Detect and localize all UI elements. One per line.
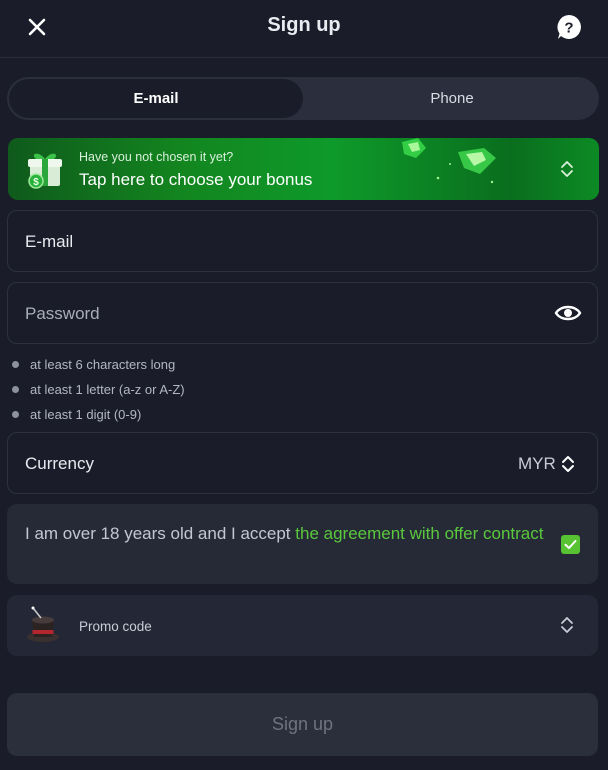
bullet-icon — [12, 361, 19, 368]
page-title: Sign up — [267, 14, 341, 36]
currency-select[interactable]: Currency MYR — [7, 432, 598, 494]
password-field[interactable]: Password — [7, 282, 598, 344]
bonus-decoration-icon — [402, 138, 496, 184]
magic-hat-icon — [27, 606, 59, 642]
agreement-text: I am over 18 years old and I accept the … — [25, 523, 545, 545]
gift-icon: $ — [28, 153, 62, 189]
svg-text:?: ? — [564, 20, 573, 37]
agreement-link[interactable]: the agreement with offer contract — [295, 524, 543, 543]
password-rule-text: at least 1 digit (0-9) — [30, 407, 142, 422]
chevron-updown-icon — [561, 161, 573, 177]
tab-email[interactable]: E-mail — [9, 79, 303, 118]
password-rule: at least 1 digit (0-9) — [12, 407, 141, 422]
email-field[interactable]: E-mail — [7, 210, 598, 272]
bullet-icon — [12, 411, 19, 418]
chevron-updown-icon — [561, 617, 573, 633]
password-rule-text: at least 1 letter (a-z or A-Z) — [30, 382, 185, 397]
help-icon: ? — [557, 15, 581, 39]
bonus-subtitle: Have you not chosen it yet? — [79, 150, 234, 164]
check-icon — [564, 540, 577, 549]
chevron-updown-icon — [562, 456, 574, 472]
header: Sign up ? — [0, 0, 608, 58]
help-button[interactable]: ? — [555, 13, 583, 41]
bonus-selector[interactable]: $ Have you not chosen it yet? Tap here t… — [8, 138, 599, 200]
promo-code-label: Promo code — [79, 619, 152, 634]
password-rule: at least 1 letter (a-z or A-Z) — [12, 382, 185, 397]
agreement-checkbox[interactable] — [561, 535, 580, 554]
show-password-button[interactable] — [554, 301, 582, 325]
svg-text:$: $ — [33, 177, 39, 188]
agreement-statement: I am over 18 years old and I accept — [25, 524, 296, 543]
tab-phone[interactable]: Phone — [305, 77, 599, 120]
signup-submit-button[interactable]: Sign up — [7, 693, 598, 756]
email-field-label: E-mail — [25, 232, 74, 251]
password-rule-text: at least 6 characters long — [30, 357, 176, 372]
bullet-icon — [12, 386, 19, 393]
eye-icon — [554, 305, 582, 321]
currency-label: Currency — [25, 454, 94, 473]
signup-method-tabs: E-mail Phone — [7, 77, 599, 120]
currency-value: MYR — [518, 454, 556, 473]
password-rule: at least 6 characters long — [12, 357, 175, 372]
password-placeholder: Password — [25, 304, 100, 323]
bonus-title: Tap here to choose your bonus — [79, 170, 313, 189]
agreement-row: I am over 18 years old and I accept the … — [7, 504, 598, 584]
promo-code-toggle[interactable]: Promo code — [7, 595, 598, 656]
